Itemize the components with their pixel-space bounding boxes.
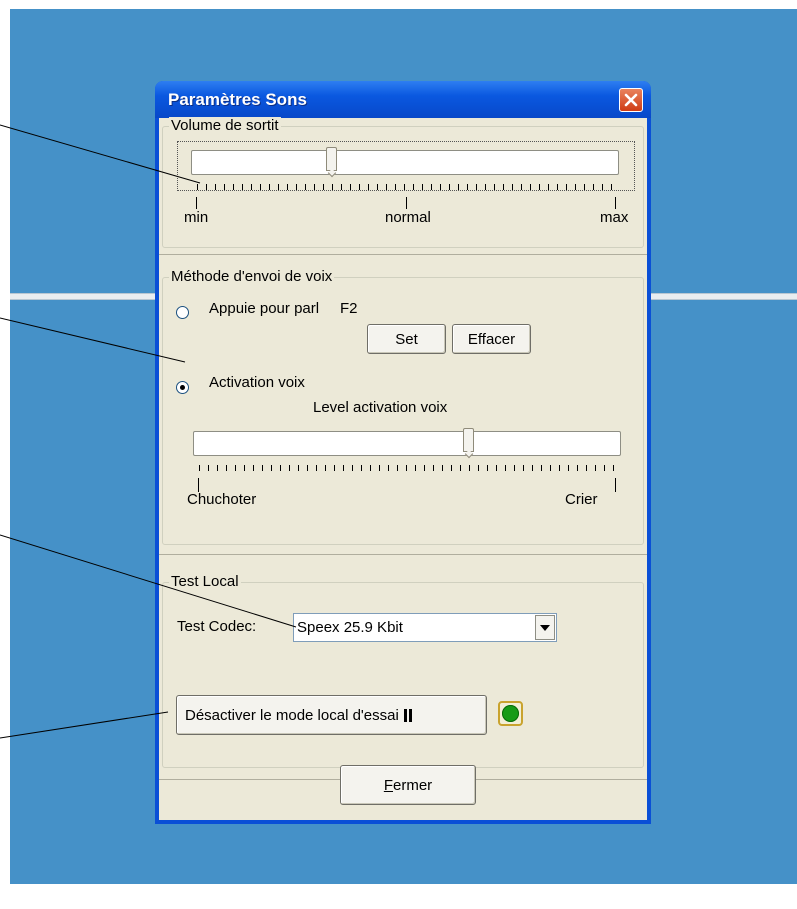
set-button[interactable]: Set — [367, 324, 446, 354]
codec-value: Speex 25.9 Kbit — [297, 619, 403, 636]
close-button[interactable]: Fermer — [340, 765, 476, 805]
push-to-talk-radio[interactable] — [176, 306, 189, 319]
activation-tick-max — [615, 478, 616, 492]
toggle-local-test-button[interactable]: Désactiver le mode local d'essai — [176, 695, 487, 735]
close-icon[interactable] — [619, 88, 643, 112]
close-button-label: Fermer — [383, 776, 433, 794]
activation-level-ticks — [199, 465, 619, 471]
voice-activation-label[interactable]: Activation voix — [209, 374, 305, 391]
activation-level-track[interactable] — [193, 431, 621, 456]
volume-min-label: min — [184, 209, 209, 226]
volume-group: Volume de sortit min normal max — [162, 117, 644, 248]
activation-min-label: Chuchoter — [187, 491, 257, 508]
clear-button[interactable]: Effacer — [452, 324, 531, 354]
separator — [159, 254, 647, 255]
push-to-talk-label[interactable]: Appuie pour parl — [209, 300, 339, 317]
sound-settings-dialog: Paramètres Sons Volume de sortit min nor… — [155, 81, 651, 824]
activation-level-thumb[interactable] — [462, 428, 474, 452]
activation-max-label: Crier — [565, 491, 598, 508]
voice-method-legend: Méthode d'envoi de voix — [169, 268, 335, 285]
volume-ticks — [197, 184, 617, 190]
codec-select[interactable]: Speex 25.9 Kbit — [293, 613, 557, 642]
toggle-local-test-label: Désactiver le mode local d'essai — [185, 706, 399, 724]
volume-max-label: max — [600, 209, 629, 226]
volume-tick-min — [196, 197, 197, 209]
volume-slider-thumb[interactable] — [325, 147, 337, 171]
status-led-icon — [502, 705, 519, 722]
volume-tick-normal — [406, 197, 407, 209]
separator — [159, 554, 647, 555]
activation-level-title: Level activation voix — [313, 399, 448, 416]
status-led-frame — [498, 701, 523, 726]
dialog-body: Volume de sortit min normal max Méthode … — [159, 117, 647, 820]
window-title: Paramètres Sons — [168, 90, 307, 109]
pause-bar-icon — [408, 708, 412, 722]
test-local-legend: Test Local — [169, 573, 241, 590]
activation-tick-min — [198, 478, 199, 492]
voice-method-group: Méthode d'envoi de voix Appuie pour parl… — [162, 268, 644, 545]
volume-normal-label: normal — [385, 209, 431, 226]
codec-label: Test Codec: — [177, 618, 257, 635]
background-line-right — [651, 293, 797, 300]
title-bar[interactable]: Paramètres Sons — [155, 81, 651, 118]
hotkey-label: F2 — [340, 300, 358, 317]
background-line-left — [10, 293, 155, 300]
test-local-group: Test Local Test Codec: Speex 25.9 Kbit D… — [162, 573, 644, 768]
chevron-down-icon[interactable] — [535, 615, 555, 640]
volume-legend: Volume de sortit — [169, 117, 281, 134]
voice-activation-radio[interactable] — [176, 381, 189, 394]
volume-slider-track[interactable] — [191, 150, 619, 175]
volume-tick-max — [615, 197, 616, 209]
pause-bar-icon — [403, 708, 407, 722]
